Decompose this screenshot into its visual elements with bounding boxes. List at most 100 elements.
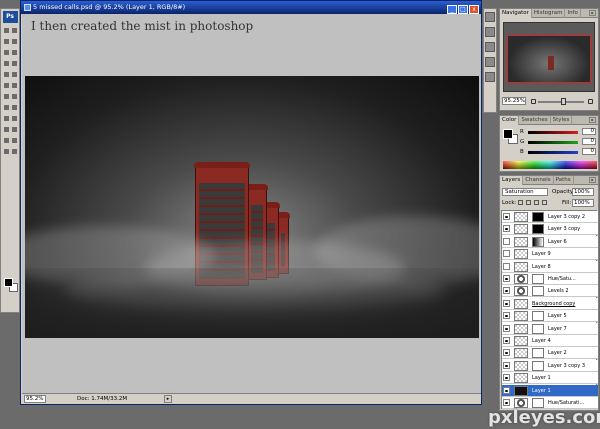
move-icon[interactable] [3,27,10,34]
panel-menu-icon[interactable]: ▸ [589,177,596,183]
clone-stamp-icon[interactable] [3,71,10,78]
eye-visibility-icon[interactable] [503,324,510,332]
layer-row[interactable]: Layer 1 [502,384,598,397]
layer-row[interactable]: Levels 2 [502,285,598,298]
lock-transparency-icon[interactable] [518,200,523,205]
eye-visibility-icon[interactable] [503,250,510,258]
tab-paths[interactable]: Paths [554,176,574,185]
channel-value-field[interactable]: 0 [582,138,596,145]
minimize-button[interactable]: _ [447,5,457,14]
status-menu-arrow-icon[interactable]: ▸ [164,395,172,403]
eye-visibility-icon[interactable] [503,237,510,245]
type-icon[interactable] [11,104,18,111]
opacity-field[interactable]: 100% [572,188,594,196]
layer-mask-thumbnail[interactable] [532,224,544,235]
layers-list[interactable]: Layer 3 copy 2 Layer 3 copy Layer 6 Layer 9… [501,210,598,409]
navigator-zoom-field[interactable]: 95.25% [502,97,526,105]
maximize-button[interactable]: □ [458,5,468,14]
layer-mask-thumbnail[interactable] [532,360,544,371]
layer-row[interactable]: Layer 9 [502,248,598,261]
lock-pixels-icon[interactable] [526,200,531,205]
layer-row[interactable]: Layer 2 [502,347,598,360]
dodge-icon[interactable] [11,93,18,100]
channel-value-field[interactable]: 0 [582,128,596,135]
color-foreground-swatch[interactable] [503,129,513,139]
eraser-icon[interactable] [3,82,10,89]
slice-icon[interactable] [11,49,18,56]
layer-row[interactable]: Hue/Satu... [502,273,598,285]
layer-row[interactable]: Layer 3 copy [502,223,598,236]
eye-visibility-icon[interactable] [503,299,510,307]
layer-mask-thumbnail[interactable] [532,323,544,334]
eyedropper-icon[interactable] [11,126,18,133]
layer-row[interactable]: Background copy [502,297,598,310]
panel-menu-icon[interactable]: ▸ [589,10,596,16]
tab-navigator[interactable]: Navigator [500,9,532,18]
pen-icon[interactable] [3,115,10,122]
screen-mode-icon[interactable] [11,148,18,155]
color-spectrum-bar[interactable] [503,161,597,169]
channel-value-field[interactable]: 0 [582,148,596,155]
fill-field[interactable]: 100% [572,199,594,207]
layer-mask-thumbnail[interactable] [532,348,544,359]
layer-row[interactable]: Layer 4 [502,335,598,347]
eye-visibility-icon[interactable] [503,361,510,369]
gradient-icon[interactable] [11,82,18,89]
character-icon[interactable] [485,42,495,52]
quickmask-icon[interactable] [3,148,10,155]
notes-icon[interactable] [3,126,10,133]
blend-mode-select[interactable]: Saturation [502,188,548,196]
eye-visibility-icon[interactable] [503,225,510,233]
path-select-icon[interactable] [3,104,10,111]
panel-menu-icon[interactable]: ▸ [589,117,596,123]
zoom-in-icon[interactable] [588,99,593,104]
tab-color[interactable]: Color [500,116,520,125]
tool-presets-icon[interactable] [485,27,495,37]
navigator-view-box[interactable] [507,35,591,83]
eye-visibility-icon[interactable] [503,213,510,220]
history-brush-icon[interactable] [11,71,18,78]
close-button[interactable]: x [469,5,479,14]
blur-icon[interactable] [3,93,10,100]
canvas-area[interactable]: I then created the mist in photoshop [22,14,481,394]
zoom-slider-knob[interactable] [561,98,567,105]
channel-slider[interactable] [528,131,578,134]
layer-row[interactable]: Layer 5 [502,310,598,323]
layer-mask-thumbnail[interactable] [532,212,544,222]
layer-row[interactable]: Layer 6 [502,235,598,248]
zoom-icon[interactable] [11,137,18,144]
brush-icon[interactable] [11,60,18,67]
doc-size-info[interactable]: Doc: 1.74M/33.2M [77,394,127,404]
tab-histogram[interactable]: Histogram [532,9,566,18]
eye-visibility-icon[interactable] [503,374,510,382]
layer-comps-icon[interactable] [485,72,495,82]
lasso-icon[interactable] [3,38,10,45]
magic-wand-icon[interactable] [11,38,18,45]
layer-row[interactable]: Layer 3 copy 3 [502,359,598,372]
brushes-icon[interactable] [485,12,495,22]
crop-icon[interactable] [3,49,10,56]
layer-mask-thumbnail[interactable] [532,286,544,297]
phone-booth-photo[interactable] [25,76,479,338]
eye-visibility-icon[interactable] [503,337,510,344]
channel-slider[interactable] [528,141,578,144]
shape-icon[interactable] [11,115,18,122]
eye-visibility-icon[interactable] [503,312,510,320]
channel-slider[interactable] [528,151,578,154]
eye-visibility-icon[interactable] [503,386,510,394]
marquee-icon[interactable] [11,27,18,34]
navigator-thumbnail[interactable] [503,22,595,92]
eye-visibility-icon[interactable] [503,349,510,357]
layer-mask-thumbnail[interactable] [532,236,544,247]
layer-mask-thumbnail[interactable] [532,274,544,284]
layer-row[interactable]: Layer 8 [502,260,598,273]
foreground-color-swatch[interactable] [4,278,13,287]
layer-row[interactable]: Layer 1 [502,372,598,385]
zoom-out-icon[interactable] [531,99,536,104]
eye-visibility-icon[interactable] [503,275,510,282]
zoom-field[interactable]: 95.2% [24,395,46,403]
eye-visibility-icon[interactable] [503,399,510,406]
eye-visibility-icon[interactable] [503,287,510,295]
tab-swatches[interactable]: Swatches [519,116,551,125]
eye-visibility-icon[interactable] [503,262,510,270]
